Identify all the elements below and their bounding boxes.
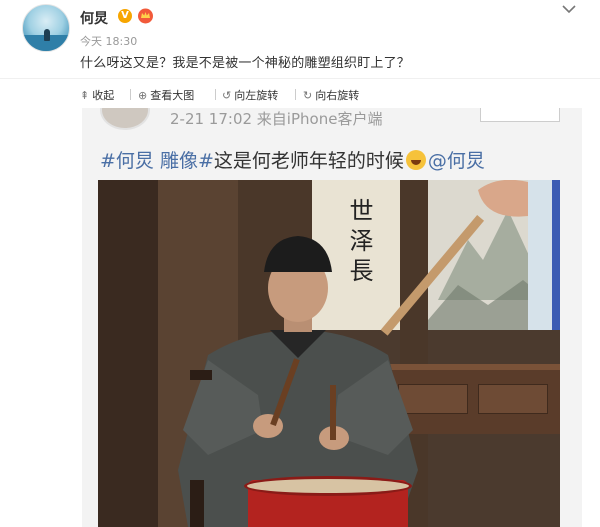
- laughing-emoji-icon: [405, 150, 426, 170]
- post-image[interactable]: 2-21 17:02 来自iPhone客户端 #何炅 雕像#这是何老师年轻的时候…: [82, 108, 582, 527]
- weibo-post-card: 何炅 V 今天 18:30 什么呀这又是？我是不是被一个神秘的雕塑组织盯上了？ …: [0, 0, 600, 527]
- embedded-caption: #何炅 雕像#这是何老师年轻的时候 @何炅: [100, 146, 485, 173]
- zoom-in-icon: ⊕: [138, 89, 148, 102]
- collapse-label: 收起: [92, 89, 115, 102]
- crown-icon: [138, 8, 153, 24]
- rotate-left-icon: ↺: [222, 89, 232, 102]
- embedded-post-meta: 2-21 17:02 来自iPhone客户端: [170, 110, 383, 128]
- embedded-hashtag: #何炅 雕像#: [100, 150, 214, 172]
- user-avatar[interactable]: [22, 4, 70, 52]
- rotate-right-button[interactable]: ↻ 向右旋转: [303, 87, 359, 103]
- embedded-mention: @何炅: [427, 150, 485, 172]
- chevron-down-icon[interactable]: [560, 2, 578, 16]
- avatar-figure: [44, 29, 50, 41]
- post-text: 什么呀这又是？我是不是被一个神秘的雕塑组织盯上了？: [80, 56, 411, 71]
- rotate-right-icon: ↻: [303, 89, 313, 102]
- embedded-caption-text: 这是何老师年轻的时候: [213, 150, 404, 172]
- rotate-left-button[interactable]: ↺ 向左旋转: [222, 87, 278, 103]
- embedded-follow-button: [480, 108, 560, 122]
- hand-with-stick: [380, 180, 560, 336]
- rotate-right-label: 向右旋转: [315, 89, 360, 102]
- post-time[interactable]: 今天 18:30: [80, 33, 137, 49]
- collapse-icon: ⇞: [80, 89, 90, 102]
- divider: [295, 89, 296, 100]
- view-large-label: 查看大图: [150, 89, 195, 102]
- image-toolbar: ⇞ 收起 ⊕ 查看大图 ↺ 向左旋转 ↻ 向右旋转: [0, 78, 600, 108]
- wax-figure-photo: 世泽長: [98, 180, 560, 527]
- verified-badge-icon: V: [118, 9, 132, 23]
- collapse-button[interactable]: ⇞ 收起: [80, 87, 114, 103]
- divider: [215, 89, 216, 100]
- rotate-left-label: 向左旋转: [234, 89, 279, 102]
- divider: [130, 89, 131, 100]
- username[interactable]: 何炅: [80, 8, 108, 28]
- view-large-button[interactable]: ⊕ 查看大图: [138, 87, 194, 103]
